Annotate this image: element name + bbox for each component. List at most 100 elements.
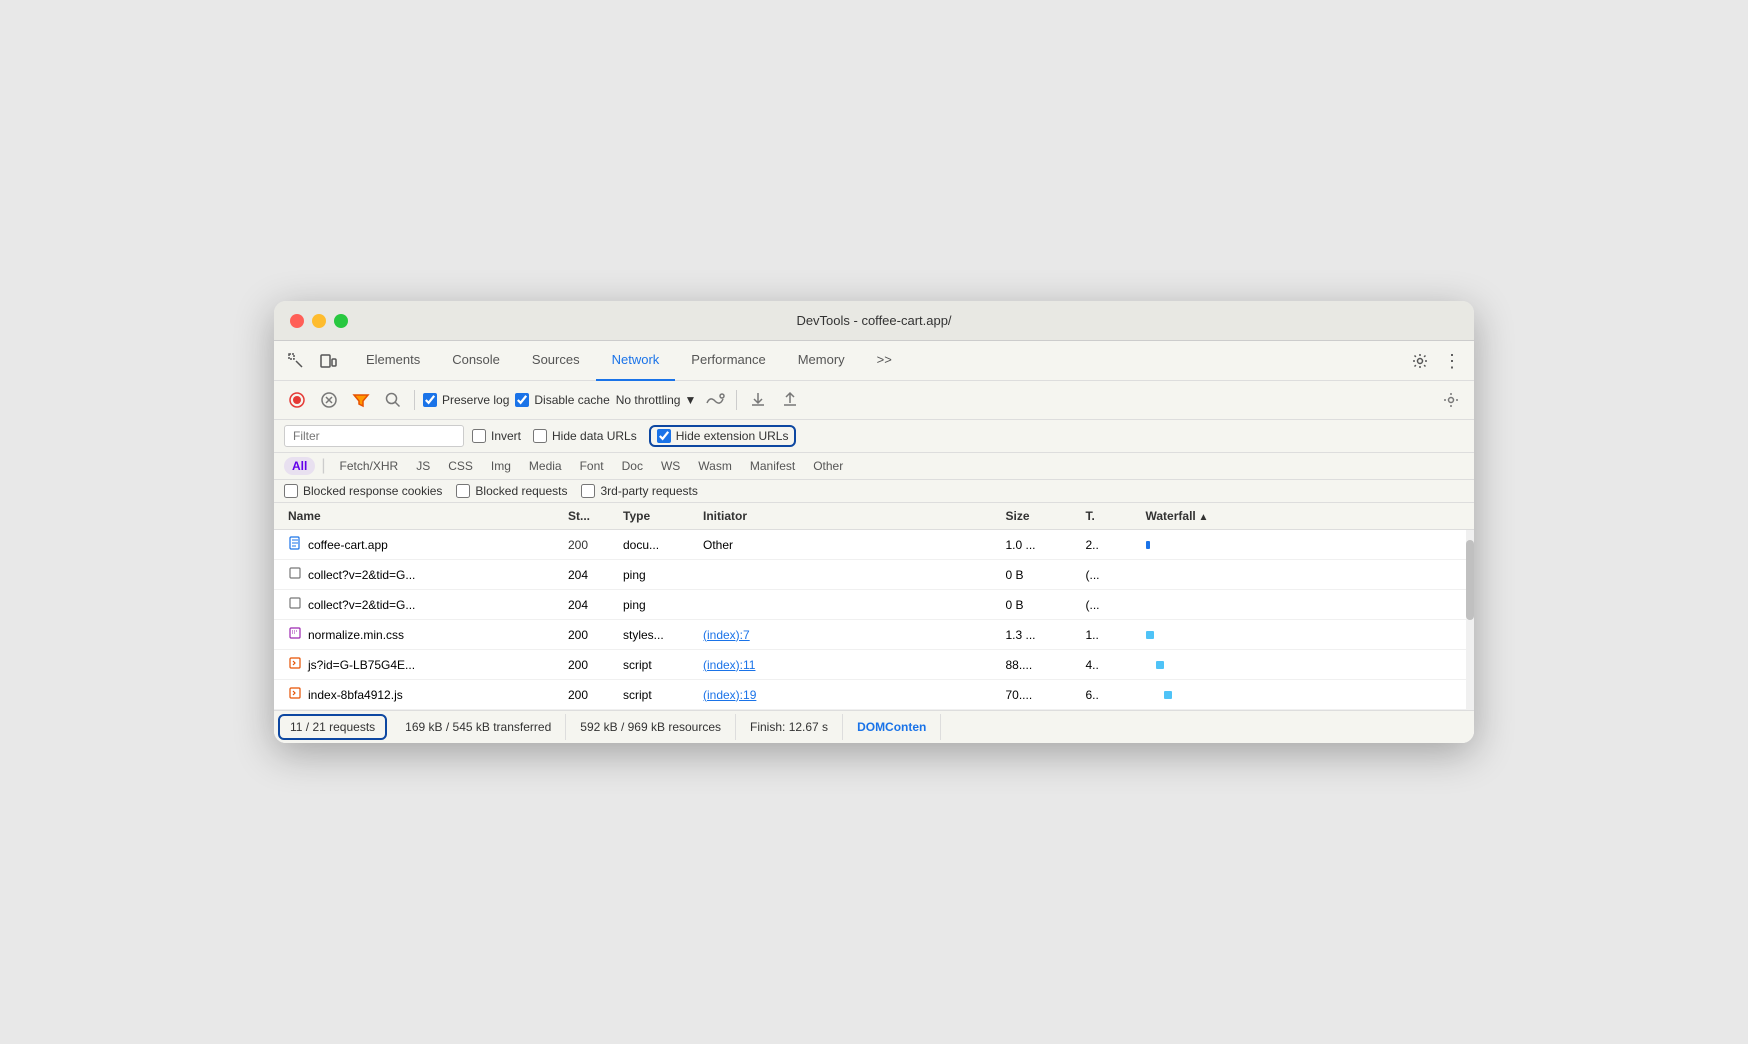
type-filter-css[interactable]: CSS [440,457,481,475]
tab-memory[interactable]: Memory [782,341,861,381]
resources-size: 592 kB / 969 kB resources [566,714,736,740]
throttle-dropdown[interactable]: No throttling ▼ [616,393,697,407]
col-header-extra [1444,507,1464,525]
table-row[interactable]: collect?v=2&tid=G... 204 ping 0 B (... [274,590,1474,620]
row-time: (... [1082,596,1142,614]
type-filter-all[interactable]: All [284,457,315,475]
col-header-name[interactable]: Name [284,507,564,525]
col-header-waterfall[interactable]: Waterfall [1142,507,1445,525]
table-row[interactable]: js?id=G-LB75G4E... 200 script (index):11… [274,650,1474,680]
type-filter-other[interactable]: Other [805,457,851,475]
blocked-cookies-input[interactable] [284,484,298,498]
table-row[interactable]: index-8bfa4912.js 200 script (index):19 … [274,680,1474,710]
type-filter-font[interactable]: Font [572,457,612,475]
row-type: styles... [619,626,699,644]
col-header-size[interactable]: Size [1002,507,1082,525]
tabs-tools [282,347,342,375]
row-type: script [619,686,699,704]
checkbox-icon [288,596,302,613]
waterfall-bar [1164,691,1172,699]
row-name-js-gtag: js?id=G-LB75G4E... [284,654,564,675]
table-row[interactable]: normalize.min.css 200 styles... (index):… [274,620,1474,650]
window-controls[interactable] [290,314,348,328]
minimize-button[interactable] [312,314,326,328]
type-filter-wasm[interactable]: Wasm [690,457,740,475]
device-toggle-icon[interactable] [314,347,342,375]
row-type: docu... [619,536,699,554]
preserve-log-checkbox[interactable]: Preserve log [423,393,509,407]
search-icon[interactable] [380,387,406,413]
blocked-requests-checkbox[interactable]: Blocked requests [456,484,567,498]
hide-data-urls-checkbox[interactable]: Hide data URLs [533,429,637,443]
disable-cache-checkbox[interactable]: Disable cache [515,393,609,407]
tab-console[interactable]: Console [436,341,516,381]
type-filter-doc[interactable]: Doc [614,457,651,475]
row-type: ping [619,566,699,584]
network-settings-icon[interactable] [1438,387,1464,413]
third-party-checkbox[interactable]: 3rd-party requests [581,484,697,498]
filter-icon[interactable] [348,387,374,413]
blocked-requests-input[interactable] [456,484,470,498]
scrollbar-thumb[interactable] [1466,540,1474,620]
row-name-collect-2: collect?v=2&tid=G... [284,594,564,615]
close-button[interactable] [290,314,304,328]
inspect-icon[interactable] [282,347,310,375]
doc-icon [288,536,302,553]
type-filters-bar: All | Fetch/XHR JS CSS Img Media Font Do… [274,453,1474,480]
type-filter-manifest[interactable]: Manifest [742,457,803,475]
row-waterfall [1142,573,1445,577]
more-options-icon[interactable]: ⋮ [1438,347,1466,375]
network-conditions-icon[interactable] [702,387,728,413]
row-status: 200 [564,536,619,554]
tabs-list: Elements Console Sources Network Perform… [350,341,1406,381]
hide-extension-urls-highlight: Hide extension URLs [649,425,797,447]
row-type: ping [619,596,699,614]
devtools-window: DevTools - coffee-cart.app/ [274,301,1474,743]
row-status: 200 [564,686,619,704]
waterfall-bar [1156,661,1164,669]
hide-extension-urls-input[interactable] [657,429,671,443]
maximize-button[interactable] [334,314,348,328]
export-icon[interactable] [745,387,771,413]
type-separator: | [321,457,325,475]
row-name-coffee-cart: coffee-cart.app [284,534,564,555]
type-filter-img[interactable]: Img [483,457,519,475]
devtools-body: Elements Console Sources Network Perform… [274,341,1474,743]
import-icon[interactable] [777,387,803,413]
row-time: 2.. [1082,536,1142,554]
invert-checkbox[interactable]: Invert [472,429,521,443]
hide-extension-urls-checkbox[interactable]: Hide extension URLs [657,429,789,443]
clear-button[interactable] [316,387,342,413]
col-header-time[interactable]: T. [1082,507,1142,525]
blocked-cookies-checkbox[interactable]: Blocked response cookies [284,484,442,498]
tab-network[interactable]: Network [596,341,676,381]
table-row[interactable]: coffee-cart.app 200 docu... Other 1.0 ..… [274,530,1474,560]
filter-input[interactable] [284,425,464,447]
invert-input[interactable] [472,429,486,443]
settings-icon[interactable] [1406,347,1434,375]
row-size: 70.... [1002,686,1082,704]
record-stop-button[interactable] [284,387,310,413]
col-header-type[interactable]: Type [619,507,699,525]
extra-filters-bar: Blocked response cookies Blocked request… [274,480,1474,503]
type-filter-fetch-xhr[interactable]: Fetch/XHR [332,457,407,475]
type-filter-js[interactable]: JS [408,457,438,475]
tab-more[interactable]: >> [861,341,908,381]
tab-elements[interactable]: Elements [350,341,436,381]
disable-cache-input[interactable] [515,393,529,407]
row-time: 1.. [1082,626,1142,644]
col-header-status[interactable]: St... [564,507,619,525]
hide-data-urls-input[interactable] [533,429,547,443]
scrollbar[interactable] [1466,530,1474,710]
preserve-log-input[interactable] [423,393,437,407]
tab-sources[interactable]: Sources [516,341,596,381]
row-status: 204 [564,596,619,614]
tab-performance[interactable]: Performance [675,341,781,381]
col-header-initiator[interactable]: Initiator [699,507,1002,525]
type-filter-media[interactable]: Media [521,457,570,475]
chevron-down-icon: ▼ [684,393,696,407]
type-filter-ws[interactable]: WS [653,457,688,475]
table-row[interactable]: collect?v=2&tid=G... 204 ping 0 B (... [274,560,1474,590]
third-party-input[interactable] [581,484,595,498]
script-icon [288,656,302,673]
